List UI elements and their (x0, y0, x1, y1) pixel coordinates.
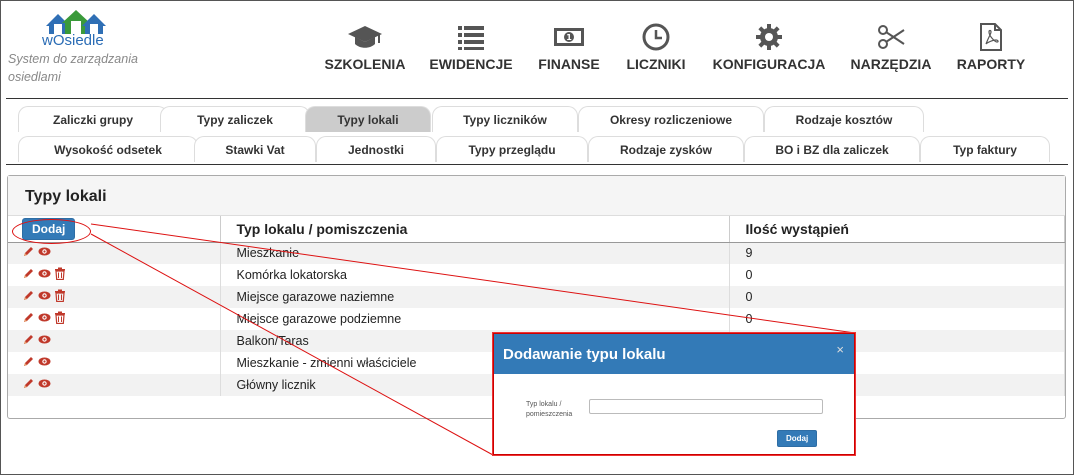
dialog-add-button[interactable]: Dodaj (777, 430, 818, 447)
type-field-label: Typ lokalu / pomieszczenia (526, 401, 573, 418)
close-icon[interactable]: × (836, 342, 844, 357)
dialog-header: Dodawanie typu lokalu × (494, 334, 854, 374)
dialog-title: Dodawanie typu lokalu (503, 346, 666, 363)
type-input[interactable] (589, 399, 823, 414)
add-type-dialog: Dodawanie typu lokalu × Typ lokalu / pom… (493, 333, 855, 455)
